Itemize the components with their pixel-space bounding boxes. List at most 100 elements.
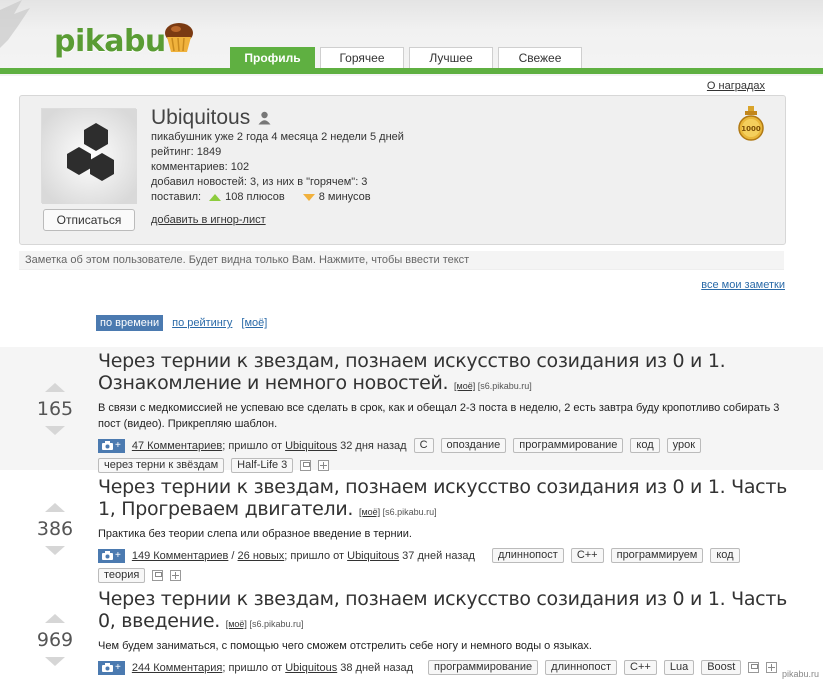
camera-button[interactable]: + [98,660,125,675]
ignore-list-link[interactable]: добавить в игнор-лист [151,214,266,226]
username: Ubiquitous [151,106,251,129]
post-comments-line: 244 Комментария; пришло от Ubiquitous 38… [132,662,413,674]
all-notes-link[interactable]: все мои заметки [701,279,785,291]
tag[interactable]: Lua [663,660,695,675]
post-description: Практика без теории слепа или образное в… [98,528,412,540]
post-title[interactable]: Через тернии к звездам, познаем искусств… [98,588,788,635]
post-mine-link[interactable]: [моё] [359,507,380,517]
tag[interactable]: код [710,548,740,563]
tag[interactable]: C++ [570,548,604,563]
sort-by-rating[interactable]: по рейтингу [172,317,232,329]
post-source: [s6.pikabu.ru] [249,619,304,629]
vote-column: 386 [33,503,77,555]
main-tabs: Профиль Горячее Лучшее Свежее [230,47,582,69]
post-content: Через тернии к звездам, познаем искусств… [98,476,788,583]
user-note-field[interactable]: Заметка об этом пользователе. Будет видн… [19,251,784,270]
post-title-text[interactable]: Через тернии к звездам, познаем искусств… [98,476,787,520]
add-icon[interactable] [766,662,778,673]
minus-count: 8 минусов [318,191,371,203]
author-link[interactable]: Ubiquitous [347,550,399,562]
tab-best[interactable]: Лучшее [409,47,493,68]
post-item: 969 Через тернии к звездам, познаем иску… [0,582,823,685]
user-icon [258,111,271,125]
post-score: 165 [36,398,74,420]
medal-text: 1000 [741,125,761,133]
vote-down-icon[interactable] [45,546,65,555]
post-footer: + 244 Комментария; пришло от Ubiquitous … [98,660,788,675]
post-age: 37 дней назад [402,549,475,562]
camera-plus: + [115,662,121,673]
awards-link[interactable]: О наградах [707,80,765,92]
new-comments-link[interactable]: 26 новых [238,550,285,562]
sort-by-time[interactable]: по времени [96,315,164,331]
sort-mine[interactable]: [моё] [241,317,267,329]
post-title-text[interactable]: Через тернии к звездам, познаем искусств… [98,588,787,632]
save-icon[interactable] [152,570,164,581]
vote-up-icon[interactable] [45,614,65,623]
tag[interactable]: опоздание [440,438,507,453]
author-link[interactable]: Ubiquitous [285,440,337,452]
post-item: 165 Через тернии к звездам, познаем иску… [0,347,823,473]
from-prefix: ; пришло от [222,661,283,674]
avatar [41,108,137,204]
post-comments-line: 149 Комментариев / 26 новых; пришло от U… [131,549,475,562]
post-mine-link[interactable]: [моё] [226,619,247,629]
post-title[interactable]: Через тернии к звездам, познаем искусств… [98,476,788,523]
tag[interactable]: программирование [513,438,624,453]
medal-1000-icon[interactable]: 1000 [735,106,767,142]
post-description: В связи с медкомиссией не успеваю все сд… [98,402,780,430]
site-header: pikabu Профиль Горячее Лучшее Свежее [0,0,823,76]
camera-plus: + [115,550,121,561]
post-content: Через тернии к звездам, познаем искусств… [98,350,788,473]
plus-count: 108 плюсов [225,191,285,203]
unsubscribe-button[interactable]: Отписаться [43,209,135,231]
profile-comments: комментариев: 102 [151,161,250,173]
tag[interactable]: Boost [701,660,742,675]
vote-up-icon[interactable] [45,503,65,512]
save-icon[interactable] [748,662,760,673]
post-content: Через тернии к звездам, познаем искусств… [98,588,788,675]
tag[interactable]: программируем [610,548,704,563]
tag[interactable]: программирование [428,660,539,675]
profile-card: Отписаться Ubiquitous пикабушник уже 2 г… [19,95,786,245]
camera-icon [102,663,113,672]
tab-profile[interactable]: Профиль [230,47,315,69]
tag[interactable]: код [630,438,660,453]
camera-plus: + [115,440,121,451]
author-link[interactable]: Ubiquitous [285,662,337,674]
username-row: Ubiquitous [151,106,404,130]
camera-button[interactable]: + [98,438,125,453]
profile-info: Ubiquitous пикабушник уже 2 года 4 месяц… [151,106,404,205]
vote-up-icon[interactable] [45,383,65,392]
post-title[interactable]: Через тернии к звездам, познаем искусств… [98,350,788,397]
post-meta: [моё] [s6.pikabu.ru] [454,381,532,391]
post-meta: [моё] [s6.pikabu.ru] [359,507,437,517]
tag[interactable]: C++ [624,660,657,675]
tag[interactable]: урок [666,438,702,453]
vote-down-icon[interactable] [45,426,65,435]
comments-link[interactable]: 244 Комментария [132,662,223,674]
post-description: Чем будем заниматься, с помощью чего смо… [98,640,592,652]
post-source: [s6.pikabu.ru] [382,507,437,517]
header-divider [0,68,823,74]
vote-down-icon[interactable] [45,657,65,666]
post-age: 38 дней назад [340,661,414,674]
post-title-text[interactable]: Через тернии к звездам, познаем искусств… [98,350,726,394]
comments-link[interactable]: 149 Комментариев [132,550,229,562]
tab-hot[interactable]: Горячее [320,47,404,68]
profile-rating: рейтинг: 1849 [151,146,222,158]
vote-column: 969 [33,614,77,666]
tab-fresh[interactable]: Свежее [498,47,582,68]
hexagons-avatar-icon [42,109,137,204]
post-mine-link[interactable]: [моё] [454,381,475,391]
tag[interactable]: C [413,438,434,453]
vote-column: 165 [33,383,77,435]
camera-button[interactable]: + [98,548,125,563]
tag[interactable]: теория [98,568,146,583]
tag[interactable]: длиннопост [491,548,564,563]
cupcake-icon [165,23,193,52]
sort-bar: по времени по рейтингу [моё] [96,315,267,331]
add-icon[interactable] [170,570,182,581]
comments-link[interactable]: 47 Комментариев [132,440,222,452]
tag[interactable]: длиннопост [545,660,618,675]
